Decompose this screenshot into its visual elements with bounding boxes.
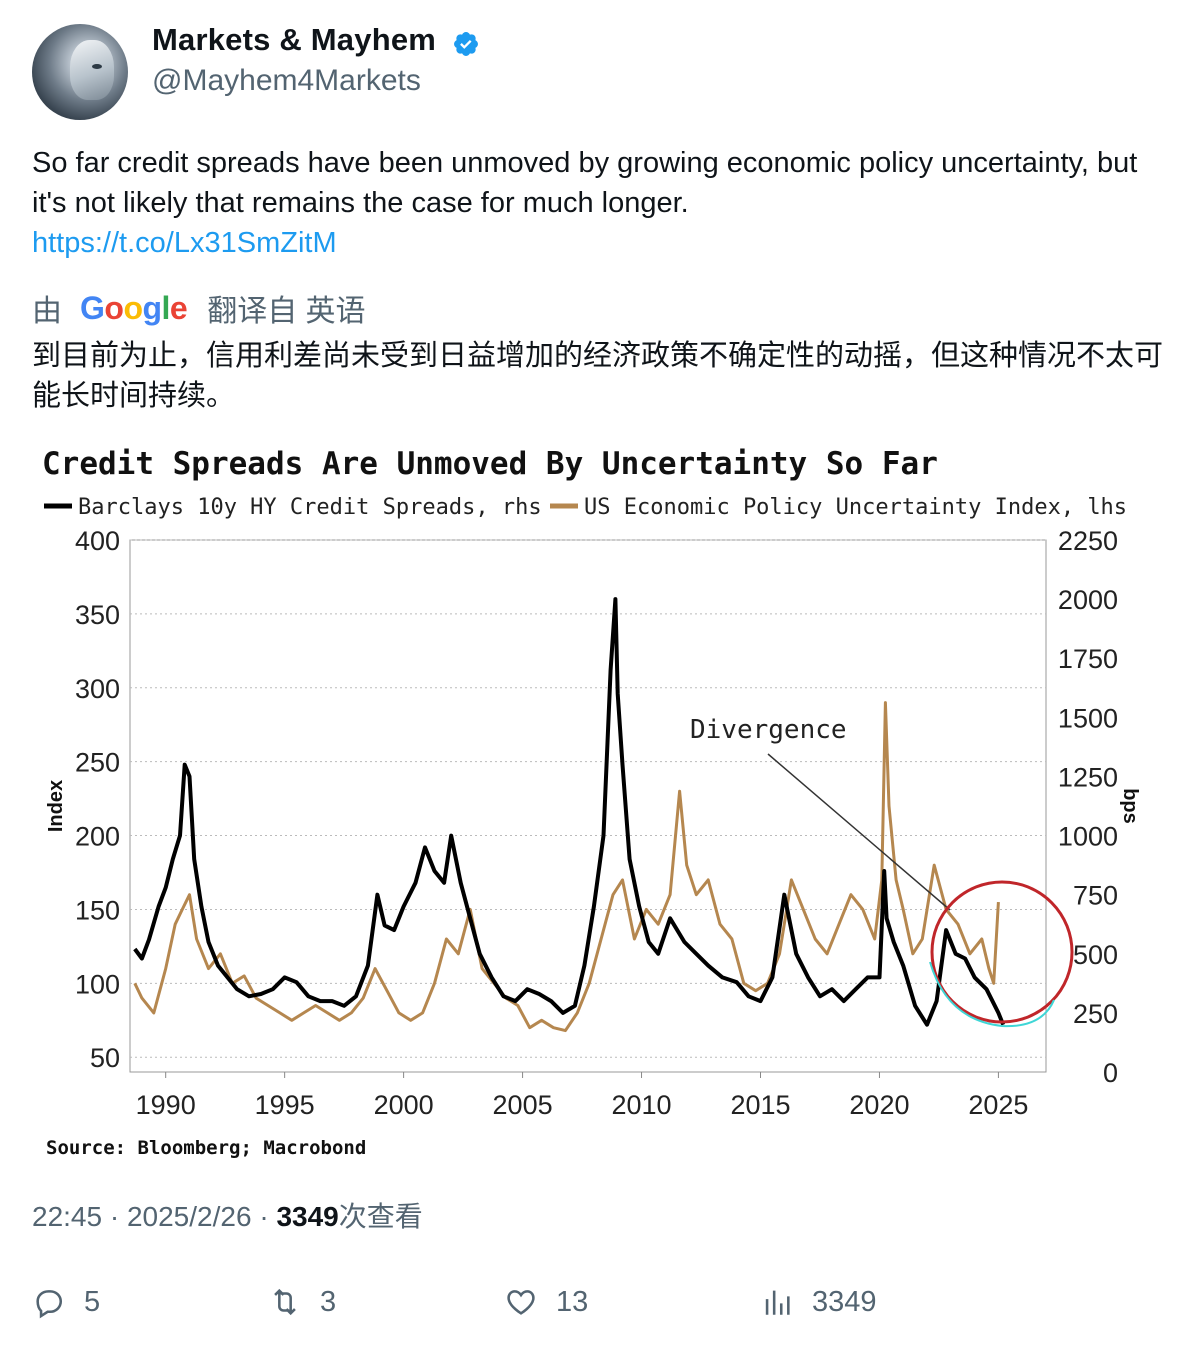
reply-button[interactable]: 5	[32, 1282, 100, 1322]
x-tick-label: 2000	[374, 1090, 434, 1120]
y-axis-left-label: Index	[45, 780, 67, 832]
google-letter: o	[123, 289, 143, 326]
left-axis: 400 350 300 250 200 150 100 50	[75, 526, 120, 1073]
author-handle[interactable]: @Mayhem4Markets	[152, 64, 421, 98]
translation-suffix: 翻译自 英语	[207, 295, 366, 328]
chart-series	[133, 597, 1006, 1033]
legend-label-spreads: Barclays 10y HY Credit Spreads, rhs	[78, 495, 542, 520]
analytics-icon	[765, 1290, 790, 1315]
left-tick-label: 250	[75, 748, 120, 778]
translation-prefix: 由	[32, 295, 62, 328]
views-count: 3349	[812, 1285, 877, 1318]
left-tick-label: 400	[75, 526, 120, 556]
google-letter: o	[104, 289, 124, 326]
views-button[interactable]: 3349	[760, 1282, 877, 1322]
google-letter: e	[169, 289, 188, 326]
tweet-meta: 22:45 · 2025/2/26 · 3349次查看	[32, 1195, 423, 1235]
tweet-view-count: 3349	[276, 1201, 339, 1232]
left-tick-label: 50	[90, 1043, 120, 1073]
chart-svg: Credit Spreads Are Unmoved By Uncertaint…	[42, 446, 1141, 1159]
right-tick-label: 1250	[1058, 762, 1118, 792]
series-line-epu	[133, 701, 1000, 1033]
tweet-link[interactable]: https://t.co/Lx31SmZitM	[32, 223, 1162, 263]
avatar[interactable]	[32, 24, 128, 120]
left-tick-label: 200	[75, 822, 120, 852]
retweet-button[interactable]: 3	[268, 1282, 336, 1322]
right-tick-label: 500	[1073, 940, 1118, 970]
chart-title: Credit Spreads Are Unmoved By Uncertaint…	[42, 446, 938, 482]
chart-image[interactable]: Credit Spreads Are Unmoved By Uncertaint…	[32, 432, 1162, 1174]
like-button[interactable]: 13	[504, 1282, 588, 1322]
x-tick-label: 2020	[849, 1090, 909, 1120]
reply-icon	[36, 1290, 63, 1319]
series-line-spreads	[133, 597, 1006, 1027]
highlight-arc	[929, 961, 1055, 1028]
avatar-face	[70, 40, 114, 100]
reply-count: 5	[84, 1285, 101, 1318]
y-axis-right-label: bps	[1119, 788, 1141, 824]
chart-source: Source: Bloomberg; Macrobond	[46, 1137, 366, 1159]
right-tick-label: 1750	[1058, 644, 1118, 674]
annotation-divergence: Divergence	[690, 715, 847, 745]
author-name[interactable]: Markets & Mayhem	[152, 22, 436, 58]
tweet-text: So far credit spreads have been unmoved …	[32, 147, 1138, 219]
translated-text: 到目前为止，信用利差尚未受到日益增加的经济政策不确定性的动摇，但这种情况不太可能…	[32, 340, 1164, 412]
tweet-date[interactable]: 2025/2/26	[127, 1201, 252, 1232]
right-tick-label: 250	[1073, 999, 1118, 1029]
x-tick-label: 2025	[968, 1090, 1028, 1120]
tweet-time[interactable]: 22:45	[32, 1201, 102, 1232]
right-tick-label: 750	[1073, 881, 1118, 911]
heart-icon	[507, 1290, 535, 1315]
legend-label-epu: US Economic Policy Uncertainty Index, lh…	[584, 495, 1127, 520]
tweet-body: So far credit spreads have been unmoved …	[32, 143, 1162, 263]
x-tick-label: 2015	[730, 1090, 790, 1120]
right-tick-label: 2250	[1058, 526, 1118, 556]
x-tick-label: 1990	[136, 1090, 196, 1120]
x-tick-label: 2005	[493, 1090, 553, 1120]
retweet-count: 3	[320, 1285, 337, 1318]
google-logo: Google	[80, 289, 188, 327]
left-tick-label: 100	[75, 969, 120, 999]
left-tick-label: 350	[75, 600, 120, 630]
google-letter: g	[142, 289, 162, 326]
right-tick-label: 2000	[1058, 585, 1118, 615]
chart-legend: Barclays 10y HY Credit Spreads, rhs US E…	[44, 495, 1127, 520]
left-tick-label: 150	[75, 895, 120, 925]
left-tick-label: 300	[75, 674, 120, 704]
avatar-eye	[92, 64, 102, 69]
action-bar: 5 3 13 3349	[32, 1282, 1162, 1322]
retweet-icon	[274, 1288, 296, 1316]
google-letter: l	[161, 289, 171, 326]
right-axis: 2250 2000 1750 1500 1250 1000 750 500 250 0	[1058, 526, 1118, 1088]
meta-separator: ·	[259, 1201, 269, 1232]
translation-attribution[interactable]: 由 Google 翻译自 英语	[32, 288, 366, 329]
x-axis: 1990 1995 2000 2005 2010 2015 2020 2025	[136, 1072, 1028, 1120]
right-tick-label: 1500	[1058, 703, 1118, 733]
x-tick-label: 2010	[611, 1090, 671, 1120]
right-tick-label: 0	[1103, 1058, 1118, 1088]
x-tick-label: 1995	[255, 1090, 315, 1120]
google-letter: G	[80, 289, 105, 326]
views-label: 次查看	[338, 1201, 423, 1232]
verified-badge-icon	[454, 32, 478, 56]
right-tick-label: 1000	[1058, 822, 1118, 852]
meta-separator: ·	[109, 1201, 120, 1232]
like-count: 13	[556, 1285, 589, 1318]
